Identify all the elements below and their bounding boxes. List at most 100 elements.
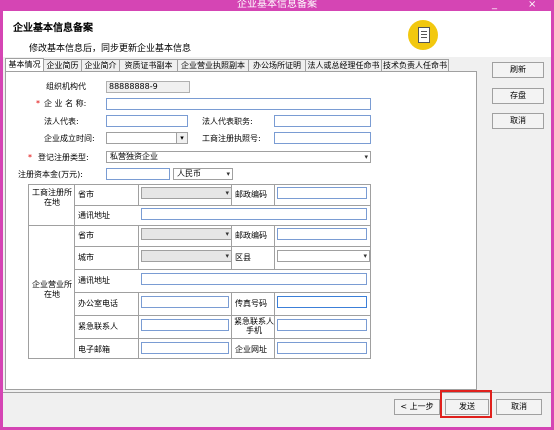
company-name-label: 企 业 名 称: [44, 99, 87, 108]
biz-postcode-label: 邮政编码 [235, 231, 267, 240]
highlight-box [440, 390, 492, 418]
biz-district-select[interactable]: ▾ [277, 250, 370, 262]
biz-postcode-input[interactable] [277, 228, 367, 240]
biz-city-select[interactable]: ▾ [141, 250, 232, 262]
tab-company-intro[interactable]: 企业简介 [81, 59, 120, 71]
biz-province-label: 省市 [78, 231, 94, 240]
grid-line [28, 184, 371, 185]
capital-label: 注册资本金(万元): [18, 170, 83, 179]
legal-rep-input[interactable] [106, 115, 188, 127]
email-input[interactable] [141, 342, 229, 354]
biz-city-label: 城市 [78, 253, 94, 262]
chevron-down-icon: ▾ [225, 252, 229, 260]
currency-select[interactable]: 人民币 ▾ [173, 168, 233, 180]
tab-business-license[interactable]: 企业营业执照副本 [177, 59, 249, 71]
reg-address-input[interactable] [141, 208, 367, 220]
grid-line [274, 292, 275, 358]
legal-rep-label: 法人代表: [44, 117, 79, 126]
cancel-button[interactable]: 取消 [496, 399, 542, 415]
close-button[interactable]: × [528, 0, 536, 11]
emergency-contact-label: 紧急联系人 [78, 322, 118, 331]
required-marker: * [28, 153, 32, 162]
tab-company-history[interactable]: 企业简历 [43, 59, 82, 71]
biz-address-input[interactable] [141, 273, 367, 285]
reg-type-label: 登记注册类型: [38, 153, 89, 162]
grid-line [274, 184, 275, 205]
reg-address-label: 通讯地址 [78, 211, 110, 220]
tab-office-proof[interactable]: 办公场所证明 [248, 59, 306, 71]
website-label: 企业网址 [235, 345, 267, 354]
page-subtitle: 修改基本信息后，同步更新企业基本信息 [29, 44, 192, 54]
save-button[interactable]: 存盘 [492, 88, 544, 104]
biz-province-select[interactable]: ▾ [141, 228, 232, 240]
grid-line [74, 246, 371, 247]
grid-line [231, 292, 232, 358]
org-code-field: 88888888-9 [106, 81, 190, 93]
basic-info-panel: 组织机构代 88888888-9 * 企 业 名 称: 法人代表: 法人代表职务… [5, 71, 477, 390]
reg-type-select[interactable]: 私营独资企业 ▾ [106, 151, 371, 163]
biz-license-label: 工商注册执照号: [202, 134, 261, 143]
minimize-button[interactable]: _ [492, 0, 497, 11]
reg-location-label: 工商注册所在地 [32, 188, 72, 207]
chevron-down-icon: ▾ [225, 230, 229, 238]
tab-qualification-cert[interactable]: 资质证书副本 [119, 59, 178, 71]
grid-line [74, 184, 75, 359]
reg-postcode-label: 邮政编码 [235, 190, 267, 199]
biz-district-label: 区县 [235, 253, 251, 262]
grid-line [274, 225, 275, 269]
fax-input[interactable] [277, 296, 367, 308]
reg-postcode-input[interactable] [277, 187, 367, 199]
grid-line [138, 292, 139, 358]
office-phone-input[interactable] [141, 296, 229, 308]
window-title: 企业基本信息备案 [237, 0, 317, 10]
org-code-label: 组织机构代 [46, 82, 86, 91]
email-label: 电子邮箱 [78, 345, 110, 354]
office-phone-label: 办公室电话 [78, 299, 118, 308]
emergency-contact-input[interactable] [141, 319, 229, 331]
grid-line [370, 184, 371, 359]
founded-date-label: 企业成立时间: [44, 134, 95, 143]
grid-line [28, 225, 371, 226]
grid-line [138, 184, 139, 205]
emergency-phone-label: 紧急联系人手机 [234, 317, 274, 335]
grid-line [28, 184, 29, 359]
chevron-down-icon: ▾ [225, 189, 229, 197]
capital-input[interactable] [106, 168, 170, 180]
grid-line [74, 315, 371, 316]
grid-line [74, 292, 371, 293]
legal-title-label: 法人代表职务: [202, 117, 253, 126]
header: 企业基本信息备案 修改基本信息后，同步更新企业基本信息 [3, 11, 551, 57]
grid-line [74, 205, 371, 206]
founded-date-picker[interactable]: ▾ [106, 132, 188, 144]
legal-title-input[interactable] [274, 115, 371, 127]
reg-province-label: 省市 [78, 190, 94, 199]
grid-line [28, 358, 371, 359]
grid-line [74, 269, 371, 270]
company-name-input[interactable] [106, 98, 371, 110]
biz-location-label: 企业营业所在地 [32, 280, 72, 299]
calendar-dropdown-icon[interactable]: ▾ [176, 133, 187, 143]
chevron-down-icon: ▾ [364, 153, 368, 161]
biz-license-input[interactable] [274, 132, 371, 144]
tab-legal-appointment[interactable]: 法人或总经理任命书 [305, 59, 382, 71]
tab-tech-appointment[interactable]: 技术负责人任命书 [381, 59, 449, 71]
cancel-side-button[interactable]: 取消 [492, 113, 544, 129]
prev-step-button[interactable]: < 上一步 [394, 399, 440, 415]
title-bar: 企业基本信息备案 _ × [0, 0, 554, 11]
required-marker: * [36, 99, 40, 108]
reg-type-value: 私营独资企业 [110, 152, 158, 161]
reg-province-select[interactable]: ▾ [141, 187, 232, 199]
grid-line [138, 225, 139, 269]
fax-label: 传真号码 [235, 299, 267, 308]
currency-value: 人民币 [177, 169, 201, 178]
page-title: 企业基本信息备案 [13, 23, 93, 34]
tab-basic-info[interactable]: 基本情况 [5, 58, 44, 71]
chevron-down-icon: ▾ [226, 170, 230, 178]
refresh-button[interactable]: 刷新 [492, 62, 544, 78]
emergency-phone-input[interactable] [277, 319, 367, 331]
document-icon [408, 20, 438, 50]
chevron-down-icon: ▾ [363, 252, 367, 260]
website-input[interactable] [277, 342, 367, 354]
grid-line [74, 338, 371, 339]
biz-address-label: 通讯地址 [78, 276, 110, 285]
